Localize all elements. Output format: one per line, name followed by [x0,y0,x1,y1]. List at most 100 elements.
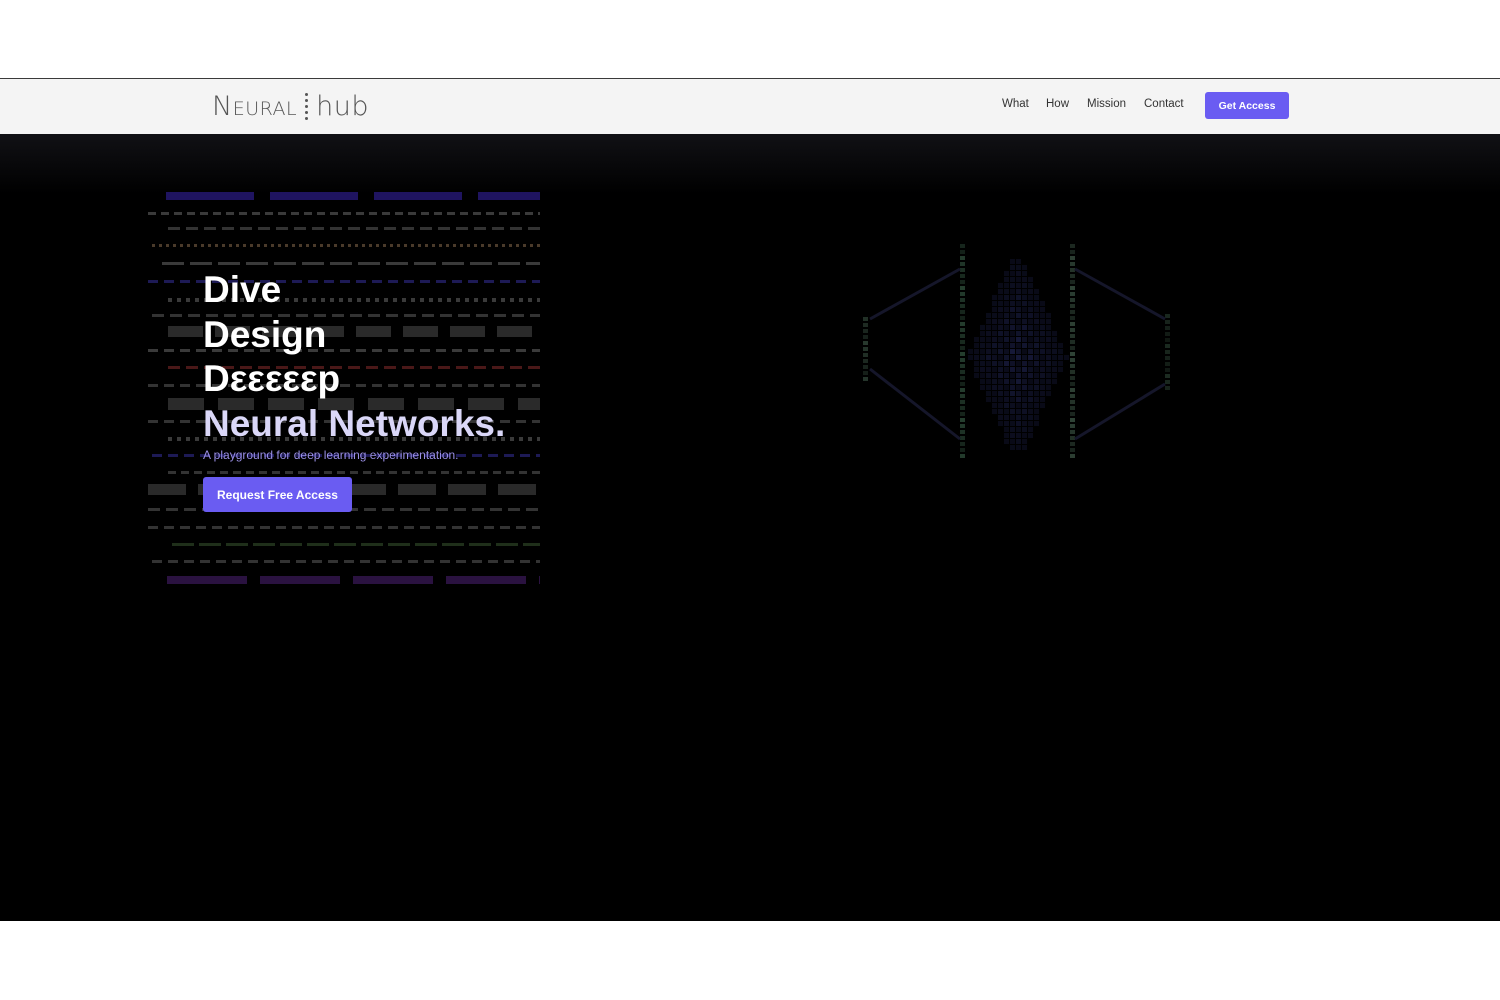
viz-cell [1016,301,1021,306]
pattern-dash [468,526,478,529]
viz-cell [998,337,1003,342]
pattern-dash [532,420,540,423]
pattern-dash [421,212,429,215]
pattern-dash [168,454,178,457]
headline-line-deep: Dεεεεεp [203,358,341,399]
pattern-dash [528,437,532,441]
nav-link-how[interactable]: How [1046,98,1069,110]
pattern-dash [173,244,176,247]
pattern-dash [190,262,212,265]
viz-cell [1052,355,1057,360]
pattern-dash [376,471,384,474]
pattern-dash [308,526,318,529]
viz-cell [1070,418,1075,422]
viz-cell [1022,361,1027,366]
viz-cell [1028,349,1033,354]
pattern-dash [436,508,448,511]
viz-cell [1004,385,1009,390]
pattern-dash [195,437,199,441]
viz-cell [1052,331,1057,336]
pattern-dash [474,244,477,247]
viz-cell [1016,331,1021,336]
viz-cell [986,355,991,360]
pattern-dash [186,298,190,302]
viz-cell [1034,295,1039,300]
pattern-dash [152,314,164,317]
viz-cell [1034,367,1039,372]
viz-cell [1034,391,1039,396]
nav-link-what[interactable]: What [1002,98,1029,110]
viz-cell [992,325,997,330]
pattern-dash [334,543,356,546]
pattern-dash [528,298,532,302]
pattern-dash [516,244,519,247]
pattern-dash [271,244,274,247]
pattern-dash [312,227,324,230]
viz-cell [1022,427,1027,432]
viz-cell [863,377,868,381]
pattern-dash [532,526,540,529]
nav-link-contact[interactable]: Contact [1144,98,1184,110]
viz-cell [863,365,868,369]
viz-cell [986,313,991,318]
viz-cell [1016,391,1021,396]
pattern-dash [538,212,540,215]
get-access-button[interactable]: Get Access [1205,92,1289,119]
pattern-dash [395,212,403,215]
pattern-dash [442,543,464,546]
viz-cell [1046,325,1051,330]
viz-cell [1034,319,1039,324]
viz-cell [1010,367,1015,372]
pattern-dash [220,471,228,474]
viz-cell [1016,445,1021,450]
viz-cell [998,295,1003,300]
viz-cell [1022,433,1027,438]
viz-cell [1010,361,1015,366]
logo-dots-icon [305,92,309,120]
pattern-dash [152,244,155,247]
viz-cell [1070,430,1075,434]
pattern-dash [467,244,470,247]
viz-cell [1070,310,1075,314]
pattern-dash [452,526,462,529]
viz-cell [1016,289,1021,294]
viz-cell [1040,331,1045,336]
request-access-button[interactable]: Request Free Access [203,477,352,512]
pattern-dash [424,560,434,563]
viz-cell [1016,367,1021,372]
viz-cell [1028,331,1033,336]
pattern-dash [532,471,540,474]
viz-cell [1022,391,1027,396]
viz-cell [998,325,1003,330]
pattern-dash [168,227,180,230]
viz-cell [1028,421,1033,426]
pattern-dash [148,212,156,215]
viz-cell [960,424,965,428]
pattern-dash [512,314,524,317]
pattern-dash [168,437,172,441]
pattern-dash [180,526,190,529]
viz-cell [1016,373,1021,378]
logo[interactable]: Neural hub [212,89,369,123]
pattern-dash [523,244,526,247]
nav-link-mission[interactable]: Mission [1087,98,1126,110]
viz-cell [1034,337,1039,342]
viz-cell [1040,307,1045,312]
viz-cell [863,317,868,321]
viz-cell [1016,439,1021,444]
viz-connection [1074,382,1166,441]
viz-cell [1010,265,1015,270]
pattern-dash [194,244,197,247]
viz-cell [960,412,965,416]
pattern-dash [278,244,281,247]
pattern-dash [420,526,430,529]
viz-cell [1046,385,1051,390]
pattern-dash [453,244,456,247]
viz-cell [998,283,1003,288]
viz-cell [1165,362,1170,366]
pattern-dash [519,437,523,441]
pattern-dash [530,244,533,247]
viz-cell [1010,385,1015,390]
pattern-dash [200,560,210,563]
pattern-dash [498,484,536,495]
